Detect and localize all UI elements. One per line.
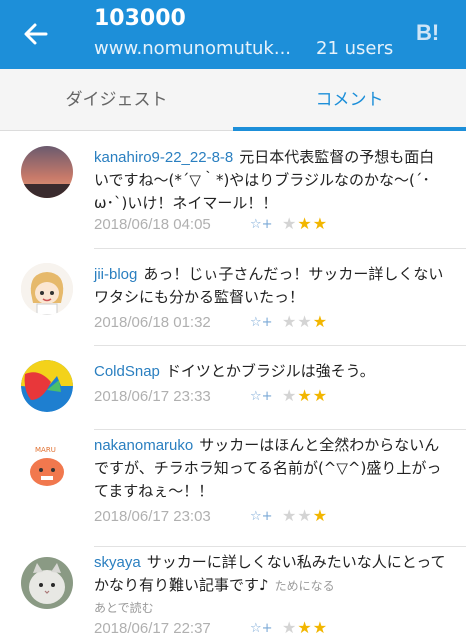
comment-date: 2018/06/17 23:03 <box>94 508 211 525</box>
comment-body: jii-blog あっ！じぃ子さんだっ！サッカー詳しくないワタシにも分かる監督いた… <box>94 263 446 309</box>
app-header: 103000 www.nomunomutuk... 21 users B! <box>0 0 466 69</box>
star-icon: ★ <box>282 214 298 233</box>
star-rating: ★★★ <box>282 312 328 331</box>
comment-body: kanahiro9-22_22-8-8 元日本代表監督の予想も面白いですね〜(*´… <box>94 146 446 215</box>
comment-text: あっ！じぃ子さんだっ！サッカー詳しくないワタシにも分かる監督いたっ！ <box>94 265 444 306</box>
tab-bar: ダイジェスト コメント <box>0 69 466 131</box>
list-item: skyaya サッカーに詳しくない私みたいな人にとってかなり有り難い記事です♪ ため… <box>0 547 466 640</box>
list-item: jii-blog あっ！じぃ子さんだっ！サッカー詳しくないワタシにも分かる監督いた… <box>0 249 466 346</box>
avatar[interactable] <box>21 146 73 198</box>
comment-username[interactable]: kanahiro9-22_22-8-8 <box>94 149 233 166</box>
add-star-icon[interactable]: ☆+ <box>250 621 273 636</box>
comment-body: ColdSnap ドイツとかブラジルは強そう。 <box>94 360 446 383</box>
comment-body: skyaya サッカーに詳しくない私みたいな人にとってかなり有り難い記事です♪ ため… <box>94 551 446 598</box>
star-icon: ★ <box>282 618 298 637</box>
star-icon: ★ <box>282 312 298 331</box>
comment-date: 2018/06/17 22:37 <box>94 620 211 637</box>
star-icon: ★ <box>297 214 313 233</box>
star-rating: ★★★ <box>282 506 328 525</box>
comment-text: ドイツとかブラジルは強そう。 <box>165 362 375 380</box>
comment-date: 2018/06/18 01:32 <box>94 314 211 331</box>
star-icon: ★ <box>297 506 313 525</box>
avatar[interactable] <box>21 360 73 412</box>
tab-digest[interactable]: ダイジェスト <box>0 69 233 131</box>
tab-comment[interactable]: コメント <box>233 69 466 131</box>
comment-username[interactable]: jii-blog <box>94 266 137 283</box>
add-star-icon[interactable]: ☆+ <box>250 315 273 330</box>
list-item: MARU nakanomaruko サッカーはほんと全然わからないんですが、チラホ… <box>0 430 466 547</box>
user-count[interactable]: 21 users <box>316 38 393 59</box>
star-rating: ★★★ <box>282 386 328 405</box>
comment-username[interactable]: ColdSnap <box>94 363 160 380</box>
add-star-icon[interactable]: ☆+ <box>250 509 273 524</box>
star-icon: ★ <box>312 506 329 525</box>
tag-tameninaru[interactable]: ためになる <box>275 579 335 593</box>
star-icon: ★ <box>297 386 313 405</box>
comment-text: サッカーに詳しくない私みたいな人にとってかなり有り難い記事です♪ <box>94 553 446 594</box>
comment-username[interactable]: nakanomaruko <box>94 437 193 454</box>
star-rating: ★★★ <box>282 214 328 233</box>
comment-date: 2018/06/17 23:33 <box>94 388 211 405</box>
list-item: kanahiro9-22_22-8-8 元日本代表監督の予想も面白いですね〜(*´… <box>0 132 466 249</box>
avatar[interactable]: MARU <box>21 440 73 492</box>
comment-username[interactable]: skyaya <box>94 554 141 571</box>
star-icon: ★ <box>312 618 329 637</box>
comment-body: nakanomaruko サッカーはほんと全然わからないんですが、チラホラ知ってる… <box>94 434 446 503</box>
hatena-bookmark-logo[interactable]: B! <box>416 20 439 46</box>
star-icon: ★ <box>282 386 298 405</box>
svg-text:MARU: MARU <box>35 446 56 454</box>
star-icon: ★ <box>297 618 313 637</box>
page-url[interactable]: www.nomunomutuk... <box>94 38 299 59</box>
star-icon: ★ <box>297 312 313 331</box>
arrow-left-icon[interactable] <box>18 16 54 52</box>
comment-date: 2018/06/18 04:05 <box>94 216 211 233</box>
avatar[interactable] <box>21 557 73 609</box>
add-star-icon[interactable]: ☆+ <box>250 389 273 404</box>
active-tab-indicator <box>233 127 466 131</box>
avatar[interactable] <box>21 263 73 315</box>
star-icon: ★ <box>312 386 329 405</box>
star-icon: ★ <box>282 506 298 525</box>
star-rating: ★★★ <box>282 618 328 637</box>
list-item: ColdSnap ドイツとかブラジルは強そう。 2018/06/17 23:33 … <box>0 346 466 430</box>
add-star-icon[interactable]: ☆+ <box>250 217 273 232</box>
page-title: 103000 <box>94 6 186 31</box>
tag-atodeyomu[interactable]: あとで読む <box>94 599 154 616</box>
star-icon: ★ <box>312 312 329 331</box>
star-icon: ★ <box>312 214 329 233</box>
